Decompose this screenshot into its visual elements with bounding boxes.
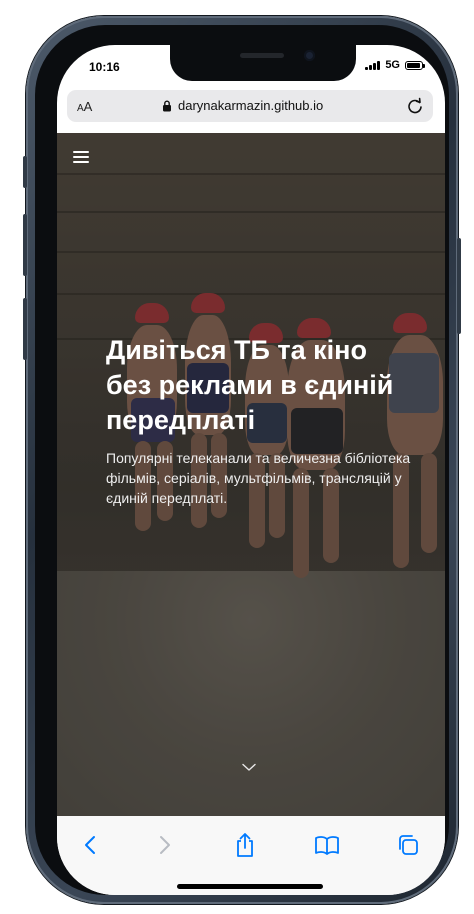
battery-icon xyxy=(405,60,425,70)
hero-title: Дивіться ТБ та кіно без реклами в єдиній… xyxy=(106,335,394,435)
notch xyxy=(170,45,356,81)
hero-subtitle: Популярні телеканали та величезна бібліо… xyxy=(106,450,411,506)
battery-level xyxy=(407,62,420,68)
signal-icon xyxy=(365,60,381,70)
aa-text-size-icon[interactable]: AA xyxy=(77,99,92,114)
reload-icon[interactable] xyxy=(405,96,425,116)
power-button xyxy=(457,238,461,334)
phone-frame: 10:16 5G AA darynakarmazin.github.io Див… xyxy=(23,16,461,904)
hamburger-menu-icon[interactable] xyxy=(73,151,89,163)
mute-switch xyxy=(23,156,27,188)
speaker xyxy=(240,53,284,58)
share-button[interactable] xyxy=(230,832,260,858)
volume-up-button xyxy=(23,214,27,276)
tabs-button[interactable] xyxy=(393,832,423,858)
front-camera xyxy=(304,50,315,61)
hero-section: Дивіться ТБ та кіно без реклами в єдиній… xyxy=(57,133,445,816)
tabs-icon xyxy=(399,835,418,855)
url-display[interactable]: darynakarmazin.github.io xyxy=(162,98,323,113)
share-icon xyxy=(237,833,253,857)
bookmarks-button[interactable] xyxy=(312,832,342,858)
lock-icon xyxy=(163,100,171,111)
back-icon xyxy=(85,836,95,854)
bookmarks-icon xyxy=(315,836,339,855)
forward-button[interactable] xyxy=(150,832,180,858)
status-indicators: 5G xyxy=(365,59,425,71)
chevron-down-icon[interactable] xyxy=(242,763,256,772)
volume-down-button xyxy=(23,298,27,360)
status-time: 10:16 xyxy=(89,60,120,74)
forward-icon xyxy=(160,836,170,854)
home-indicator xyxy=(177,884,323,889)
url-text: darynakarmazin.github.io xyxy=(178,98,324,113)
back-button[interactable] xyxy=(75,832,105,858)
address-bar[interactable]: AA darynakarmazin.github.io xyxy=(67,90,433,122)
bezel: 10:16 5G AA darynakarmazin.github.io Див… xyxy=(35,25,449,895)
screen: 10:16 5G AA darynakarmazin.github.io Див… xyxy=(57,45,445,895)
network-type: 5G xyxy=(385,59,400,71)
